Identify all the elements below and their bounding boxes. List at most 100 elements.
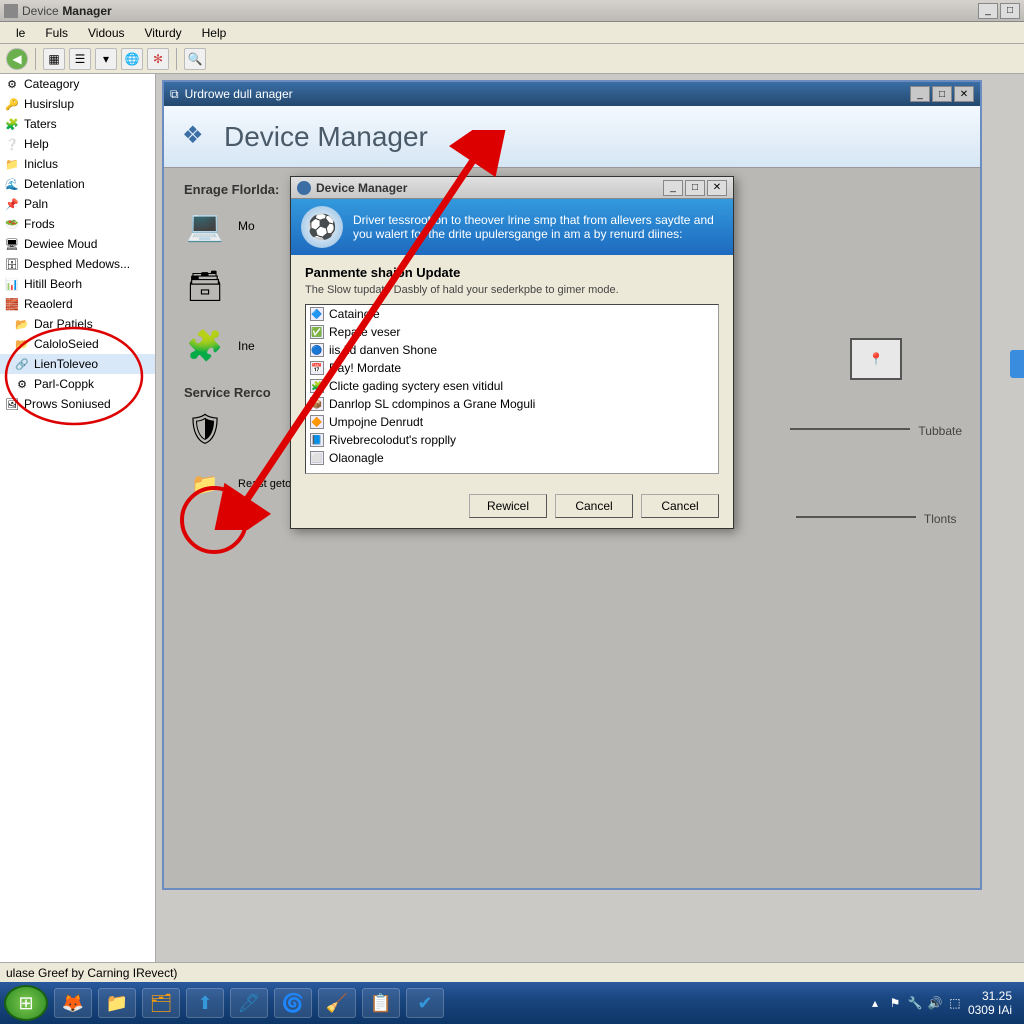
menu-fuls[interactable]: Fuls (35, 24, 78, 42)
pin-icon: 📍 (869, 352, 884, 366)
clock[interactable]: 31.25 0309 IAi (968, 989, 1012, 1018)
list-item-icon: 🔶 (310, 415, 324, 429)
tree-icon: ⚙ (14, 376, 30, 392)
maximize-button[interactable]: □ (1000, 3, 1020, 19)
modal-title: Device Manager (316, 181, 407, 195)
pin-widget[interactable]: 📍 (850, 338, 902, 380)
app5-task-icon[interactable]: 🧹 (318, 988, 356, 1018)
sidebar-item-13[interactable]: 📂CaloloSeied (0, 334, 155, 354)
tubbate-label[interactable]: Tubbate (918, 424, 962, 438)
list-item[interactable]: 🔵iis Ild danven Shone (306, 341, 718, 359)
tray-misc-icon[interactable]: ⬚ (948, 996, 962, 1010)
sidebar-item-3[interactable]: ❔Help (0, 134, 155, 154)
app2-task-icon[interactable]: ⬆ (186, 988, 224, 1018)
firefox-task-icon[interactable]: 🦊 (54, 988, 92, 1018)
sidebar-item-0[interactable]: ⚙Cateagory (0, 74, 155, 94)
cancel-button-2[interactable]: Cancel (641, 494, 719, 518)
sidebar-item-14[interactable]: 🔗LienToleveo (0, 354, 155, 374)
toolbar-list-icon[interactable]: ☰ (69, 48, 91, 70)
tray-network-icon[interactable]: 🔧 (908, 996, 922, 1010)
toolbar-dropdown-icon[interactable]: ▾ (95, 48, 117, 70)
tray-volume-icon[interactable]: 🔊 (928, 996, 942, 1010)
toolbar-back-icon[interactable]: ◀ (6, 48, 28, 70)
list-item[interactable]: 🧩Clicte gading syctery esen vitidul (306, 377, 718, 395)
start-button[interactable]: ⊞ (4, 985, 48, 1021)
tree-label: CaloloSeied (34, 337, 99, 351)
app4-task-icon[interactable]: 🌀 (274, 988, 312, 1018)
app1-task-icon[interactable]: 🗂 (142, 988, 180, 1018)
list-item-label: Danrlop SL cdompinos a Grane Moguli (329, 397, 535, 411)
list-item[interactable]: ✅Repate veser (306, 323, 718, 341)
menu-help[interactable]: Help (192, 24, 237, 42)
inner-close-button[interactable]: ✕ (954, 86, 974, 102)
sidebar-item-16[interactable]: 🖼Prows Soniused (0, 394, 155, 414)
app3-task-icon[interactable]: 🖊 (230, 988, 268, 1018)
app7-task-icon[interactable]: ✔ (406, 988, 444, 1018)
cancel-button-1[interactable]: Cancel (555, 494, 633, 518)
sidebar-item-15[interactable]: ⚙ Parl-Coppk (0, 374, 155, 394)
modal-titlebar[interactable]: Device Manager _ □ ✕ (291, 177, 733, 199)
modal-maximize-button[interactable]: □ (685, 180, 705, 196)
tree-icon: 🔗 (14, 356, 30, 372)
tree-label: Iniclus (24, 157, 58, 171)
minimize-button[interactable]: _ (978, 3, 998, 19)
rewicel-button[interactable]: Rewicel (469, 494, 547, 518)
sidebar-item-10[interactable]: 📊Hitill Beorh (0, 274, 155, 294)
modal-close-button[interactable]: ✕ (707, 180, 727, 196)
toolbar-search-icon[interactable]: 🔍 (184, 48, 206, 70)
section-item-ine[interactable]: Ine (238, 339, 255, 353)
modal-app-icon (297, 181, 311, 195)
system-tray: ▴ ⚑ 🔧 🔊 ⬚ 31.25 0309 IAi (868, 989, 1020, 1018)
list-item[interactable]: 🔶 Umpojne Denrudt (306, 413, 718, 431)
sidebar-item-6[interactable]: 📌Paln (0, 194, 155, 214)
sidebar-item-9[interactable]: 🗄Desphed Medows... (0, 254, 155, 274)
inner-maximize-button[interactable]: □ (932, 86, 952, 102)
inner-titlebar[interactable]: ⧉ Urdrowe dull anager _ □ ✕ (164, 82, 980, 106)
tree-icon: 🗄 (4, 256, 20, 272)
tree-label: Dewiee Moud (24, 237, 97, 251)
app-icon (4, 4, 18, 18)
list-item[interactable]: 📦Danrlop SL cdompinos a Grane Moguli (306, 395, 718, 413)
toolbar-globe-icon[interactable]: 🌐 (121, 48, 143, 70)
toolbar-grid-icon[interactable]: ▦ (43, 48, 65, 70)
tray-up-icon[interactable]: ▴ (868, 996, 882, 1010)
tree-label: Dar Patiels (34, 317, 93, 331)
list-item[interactable]: 📅Day! Mordate (306, 359, 718, 377)
app6-task-icon[interactable]: 📋 (362, 988, 400, 1018)
tree-label: Paln (24, 197, 48, 211)
globe-ball-icon: ⚽ (301, 206, 343, 248)
update-list[interactable]: 🔷Cataingle✅Repate veser🔵iis Ild danven S… (305, 304, 719, 474)
tlonts-label[interactable]: Tlonts (924, 512, 957, 526)
menu-viturdy[interactable]: Viturdy (135, 24, 192, 42)
list-item-label: Umpojne Denrudt (329, 415, 423, 429)
tree-icon: 📁 (4, 156, 20, 172)
modal-minimize-button[interactable]: _ (663, 180, 683, 196)
list-item-icon: 🔵 (310, 343, 324, 357)
sidebar-item-2[interactable]: 🧩Taters (0, 114, 155, 134)
section-item-mo[interactable]: Mo (238, 219, 255, 233)
list-item[interactable]: ⬜Olaonagle (306, 449, 718, 467)
tree-label: Parl-Coppk (34, 377, 94, 391)
side-tab[interactable] (1010, 350, 1024, 378)
sidebar-item-4[interactable]: 📁 Iniclus (0, 154, 155, 174)
sidebar-item-7[interactable]: 🥗Frods (0, 214, 155, 234)
sidebar-item-11[interactable]: 🧱Reaolerd (0, 294, 155, 314)
explorer-task-icon[interactable]: 📁 (98, 988, 136, 1018)
inner-header: ❖ Device Manager (164, 106, 980, 168)
menu-file[interactable]: le (6, 24, 35, 42)
menu-vidous[interactable]: Vidous (78, 24, 134, 42)
tree-label: Hitill Beorh (24, 277, 82, 291)
list-item-label: Clicte gading syctery esen vitidul (329, 379, 503, 393)
tree-icon: 🔑 (4, 96, 20, 112)
sidebar-item-12[interactable]: 📂Dar Patiels (0, 314, 155, 334)
list-item[interactable]: 🔷Cataingle (306, 305, 718, 323)
inner-minimize-button[interactable]: _ (910, 86, 930, 102)
sidebar-item-1[interactable]: 🔑Husirslup (0, 94, 155, 114)
tray-flag-icon[interactable]: ⚑ (888, 996, 902, 1010)
toolbar-refresh-icon[interactable]: ✻ (147, 48, 169, 70)
sidebar-item-8[interactable]: 🖥Dewiee Moud (0, 234, 155, 254)
sidebar-item-5[interactable]: 🌊Detenlation (0, 174, 155, 194)
side-widgets: 📍 Tubbate Tlonts (790, 338, 962, 526)
list-item[interactable]: 📘Rivebrecolodut's ropplly (306, 431, 718, 449)
list-item-icon: ⬜ (310, 451, 324, 465)
